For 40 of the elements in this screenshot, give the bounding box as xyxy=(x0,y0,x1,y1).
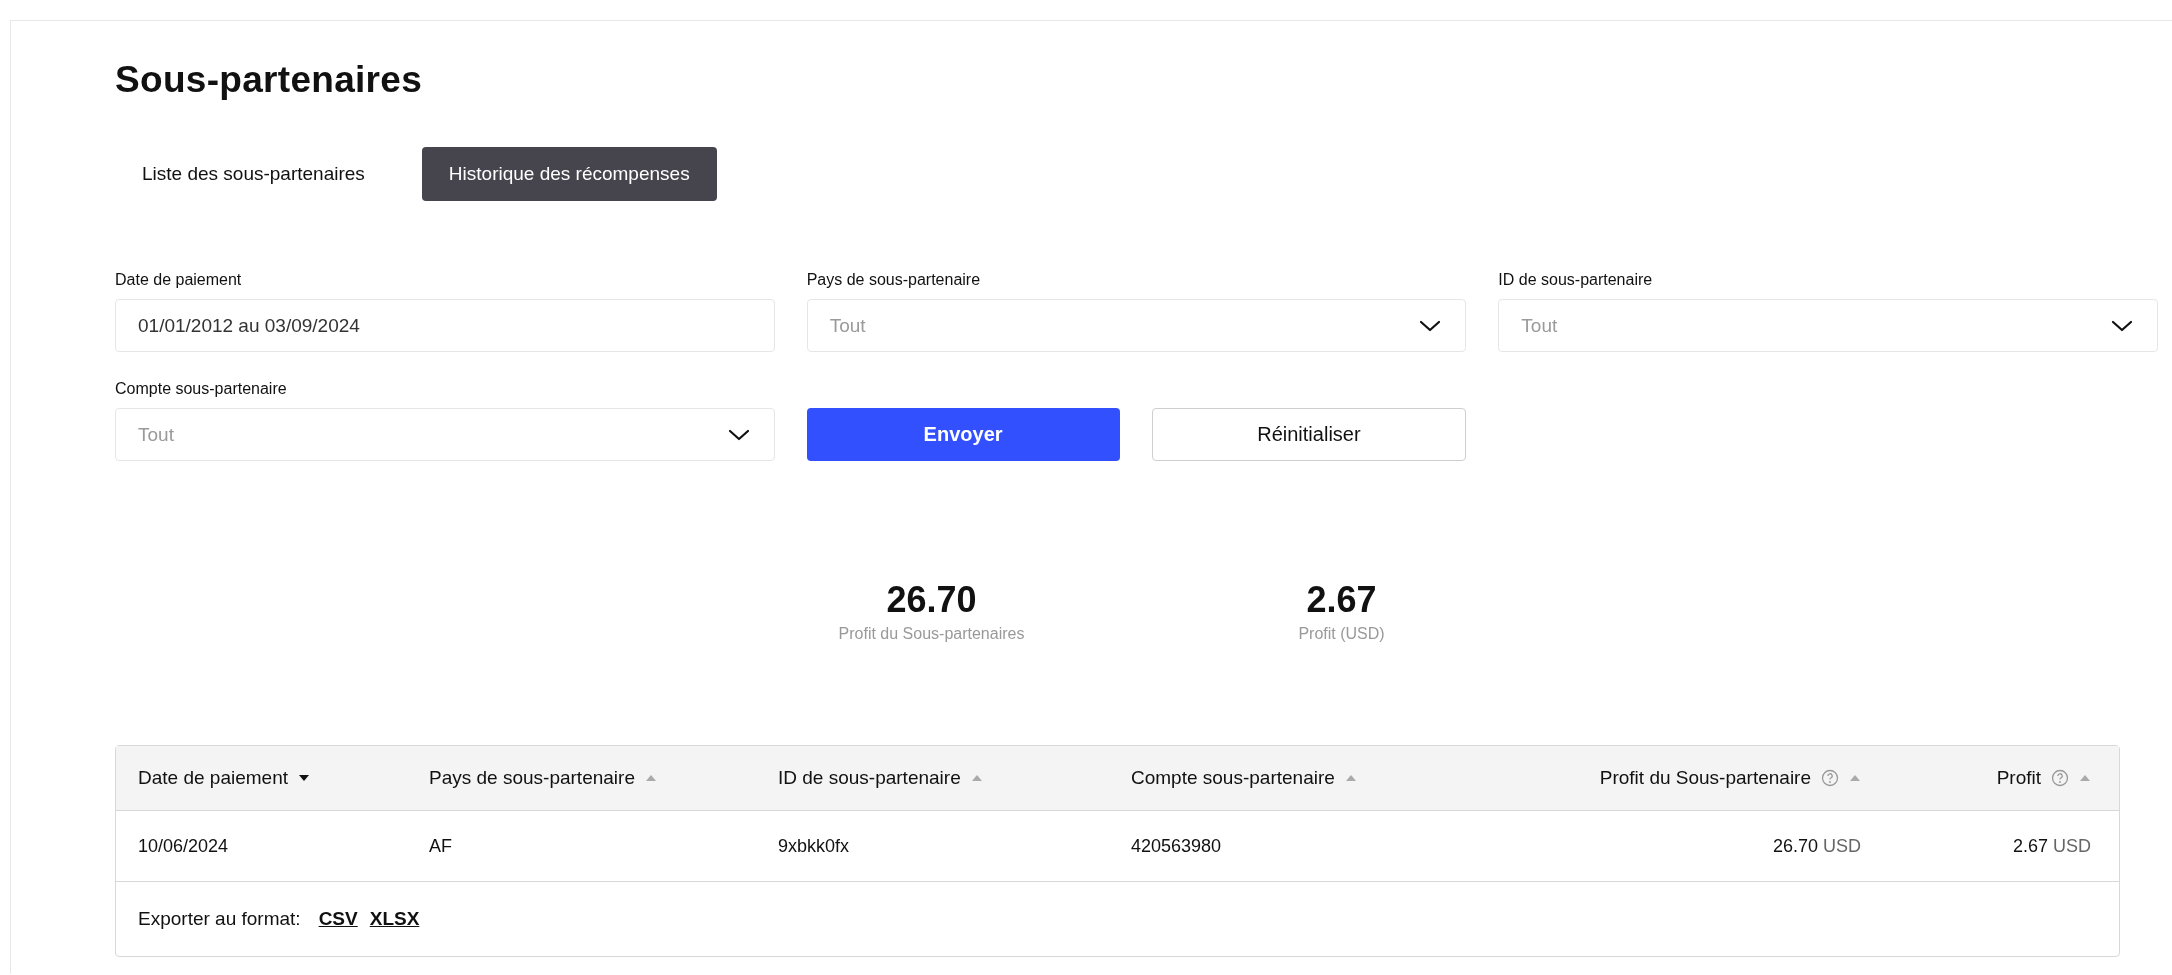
field-label: Compte sous-partenaire xyxy=(115,380,288,398)
table-cell-text: 9xbkk0fx xyxy=(778,835,851,857)
field-label: Date de paiement xyxy=(115,271,243,289)
table-cell-text: 26.70 USD xyxy=(1771,835,1861,857)
reset-button[interactable]: Réinitialiser xyxy=(1151,408,1467,461)
help-icon[interactable] xyxy=(1821,769,1839,787)
export-link[interactable]: XLSX xyxy=(369,908,420,930)
export-label: Exporter au format: xyxy=(138,908,301,930)
field-label: Pays de sous-partenaire xyxy=(806,271,982,289)
table-cell-text: 2.67 USD xyxy=(2011,835,2091,857)
page-title: Sous-partenaires xyxy=(115,59,424,101)
chevron-down-icon xyxy=(727,428,750,441)
help-icon[interactable] xyxy=(2051,769,2069,787)
sort-up-icon[interactable] xyxy=(644,774,657,782)
table-cell-text: 10/06/2024 xyxy=(138,835,230,857)
column-header[interactable]: Compte sous-partenaire xyxy=(1131,767,1335,789)
column-header[interactable]: Profit du Sous-partenaire xyxy=(1599,767,1811,789)
table-cell-text: 420563980 xyxy=(1131,835,1223,857)
chevron-down-icon xyxy=(1419,319,1442,332)
sort-up-icon[interactable] xyxy=(1849,774,1861,782)
date-range-field[interactable]: 01/01/2012 au 03/09/2024 xyxy=(115,299,775,352)
chevron-down-icon xyxy=(2111,319,2133,332)
export-link[interactable]: CSV xyxy=(318,908,358,930)
tab[interactable]: Liste des sous-partenaires xyxy=(115,147,392,201)
sort-down-icon[interactable] xyxy=(298,774,310,782)
stat-value: 2.67 xyxy=(1306,579,1377,621)
table-cell-text: AF xyxy=(429,835,453,857)
submit-button[interactable]: Envoyer xyxy=(806,408,1120,461)
stat-label: Profit (USD) xyxy=(1298,625,1385,643)
sort-up-icon[interactable] xyxy=(2079,774,2091,782)
column-header[interactable]: Date de paiement xyxy=(138,767,288,789)
column-header[interactable]: Profit xyxy=(1996,767,2041,789)
sort-up-icon[interactable] xyxy=(1344,774,1357,782)
tab[interactable]: Historique des récompenses xyxy=(421,147,717,201)
stat-label: Profit du Sous-partenaires xyxy=(838,625,1025,643)
column-header[interactable]: ID de sous-partenaire xyxy=(778,767,961,789)
sort-up-icon[interactable] xyxy=(970,774,983,782)
field-label: ID de sous-partenaire xyxy=(1498,271,1654,289)
column-header[interactable]: Pays de sous-partenaire xyxy=(429,767,635,789)
stat-value: 26.70 xyxy=(886,579,977,621)
